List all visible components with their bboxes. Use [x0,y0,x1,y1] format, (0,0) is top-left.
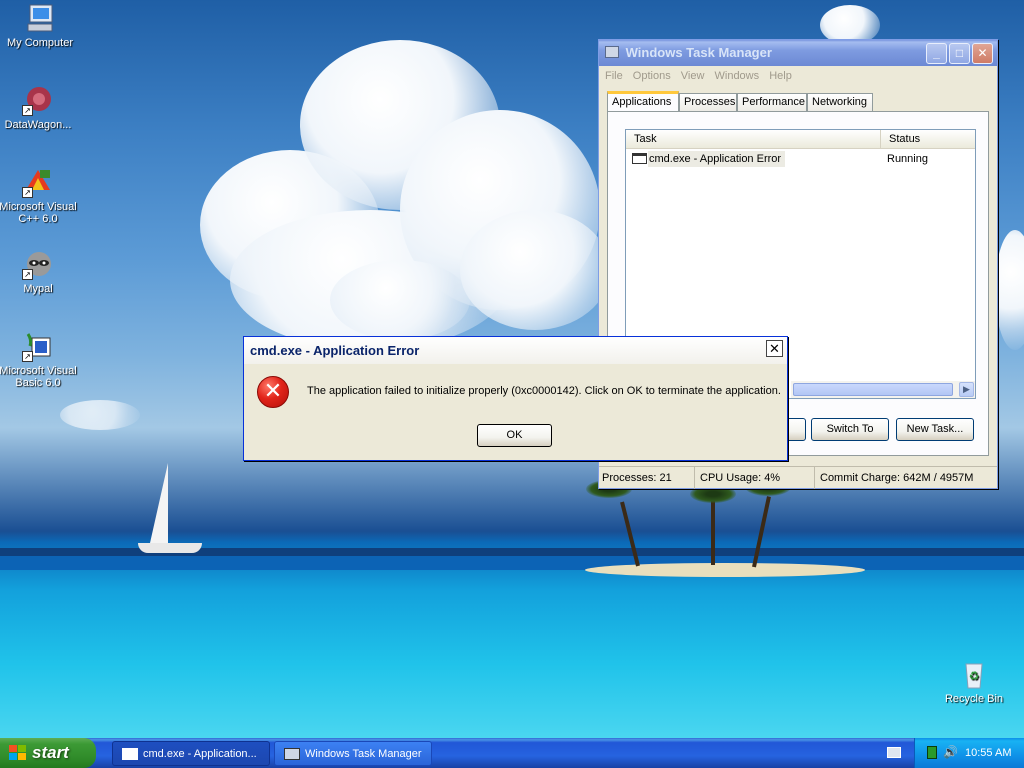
error-dialog: cmd.exe - Application Error ✕ ✕ The appl… [243,336,788,461]
recycle-bin-icon: ♻ [958,658,990,690]
taskbar-button-label: cmd.exe - Application... [143,748,257,760]
close-button[interactable]: ✕ [972,43,993,64]
column-status[interactable]: Status [881,130,976,149]
status-commit: Commit Charge: 642M / 4957M [820,472,974,484]
start-label: start [32,743,69,762]
tab-networking[interactable]: Networking [807,93,873,111]
island [585,563,865,577]
desktop-icon-recycle-bin[interactable]: ♻ Recycle Bin [934,658,1014,705]
task-name: cmd.exe - Application Error [648,151,786,167]
desktop-icon-my-computer[interactable]: My Computer [0,2,80,49]
desktop-icon-label: DataWagon... [4,119,72,131]
tab-performance[interactable]: Performance [737,93,807,111]
visual-cpp-icon: ↗ [22,166,54,198]
menu-view[interactable]: View [681,70,705,82]
taskbar-button-label: Windows Task Manager [305,748,422,760]
menu-file[interactable]: File [605,70,623,82]
ok-button[interactable]: OK [477,424,552,447]
window-app-icon [122,748,138,760]
switch-to-button[interactable]: Switch To [811,418,889,441]
network-icon[interactable] [927,746,937,759]
taskbar-button-task-manager[interactable]: Windows Task Manager [274,741,432,766]
close-icon: ✕ [977,46,988,60]
desktop-icon-label: Microsoft Visual C++ 6.0 [0,201,77,225]
windows-logo-icon [9,745,27,761]
sail-boat [150,463,168,543]
tab-applications[interactable]: Applications [607,91,679,112]
menu-help[interactable]: Help [769,70,792,82]
computer-icon [24,2,56,34]
menu-bar: File Options View Windows Help [599,66,997,86]
taskbar: start cmd.exe - Application... Windows T… [0,738,1024,768]
desktop-icon-mypal[interactable]: ↗ Mypal [0,248,78,295]
shortcut-arrow-icon: ↗ [22,351,33,362]
status-cpu: CPU Usage: 4% [697,467,815,489]
error-message: The application failed to initialize pro… [307,385,781,397]
titlebar-icon [605,46,619,58]
task-manager-titlebar[interactable]: Windows Task Manager _ □ ✕ [599,40,997,66]
desktop-icon-label: Recycle Bin [944,693,1004,705]
boat-hull [138,543,202,553]
desktop-icon-label: Mypal [23,283,53,295]
column-task[interactable]: Task [626,130,881,149]
close-button[interactable]: ✕ [766,340,783,357]
menu-options[interactable]: Options [633,70,671,82]
clock[interactable]: 10:55 AM [965,738,1011,768]
new-task-button[interactable]: New Task... [896,418,974,441]
scroll-right-arrow-icon[interactable]: ▶ [959,382,974,397]
shortcut-arrow-icon: ↗ [22,105,33,116]
list-header: Task Status [626,130,975,149]
minimize-button[interactable]: _ [926,43,947,64]
raccoon-icon: ↗ [22,248,54,280]
start-button[interactable]: start [0,738,96,768]
maximize-icon: □ [955,46,964,60]
close-icon: ✕ [769,341,780,356]
horizontal-scrollbar[interactable]: ▶ [791,381,975,398]
desktop-icon-label: Microsoft Visual Basic 6.0 [0,365,77,389]
keyboard-icon[interactable] [887,747,901,758]
datawagon-icon: ↗ [22,84,54,116]
desktop-icon-visual-cpp[interactable]: ↗ Microsoft Visual C++ 6.0 [0,166,78,225]
desktop-icon-visual-basic[interactable]: ↗ Microsoft Visual Basic 6.0 [0,330,78,389]
status-processes: Processes: 21 [599,467,695,489]
task-manager-icon [284,748,300,760]
error-icon: ✕ [257,376,289,408]
shortcut-arrow-icon: ↗ [22,269,33,280]
volume-icon[interactable]: 🔊 [943,745,958,759]
task-status: Running [887,153,928,165]
list-item[interactable]: cmd.exe - Application Error Running [630,151,970,167]
maximize-button[interactable]: □ [949,43,970,64]
minimize-icon: _ [933,46,940,60]
desktop-icon-datawagon[interactable]: ↗ DataWagon... [0,84,78,131]
taskbar-button-cmd-error[interactable]: cmd.exe - Application... [112,741,270,766]
system-tray: 🔊 10:55 AM [914,738,1024,768]
scroll-thumb[interactable] [793,383,953,396]
window-title: Windows Task Manager [625,45,772,60]
visual-basic-icon: ↗ [22,330,54,362]
window-app-icon [632,153,647,164]
dialog-title: cmd.exe - Application Error [250,343,420,358]
status-bar: Processes: 21 CPU Usage: 4% Commit Charg… [599,466,997,489]
desktop-icon-label: My Computer [6,37,74,49]
menu-windows[interactable]: Windows [715,70,760,82]
shortcut-arrow-icon: ↗ [22,187,33,198]
error-dialog-titlebar[interactable]: cmd.exe - Application Error ✕ [244,337,787,364]
svg-text:♻: ♻ [969,669,980,683]
tab-processes[interactable]: Processes [679,93,737,111]
